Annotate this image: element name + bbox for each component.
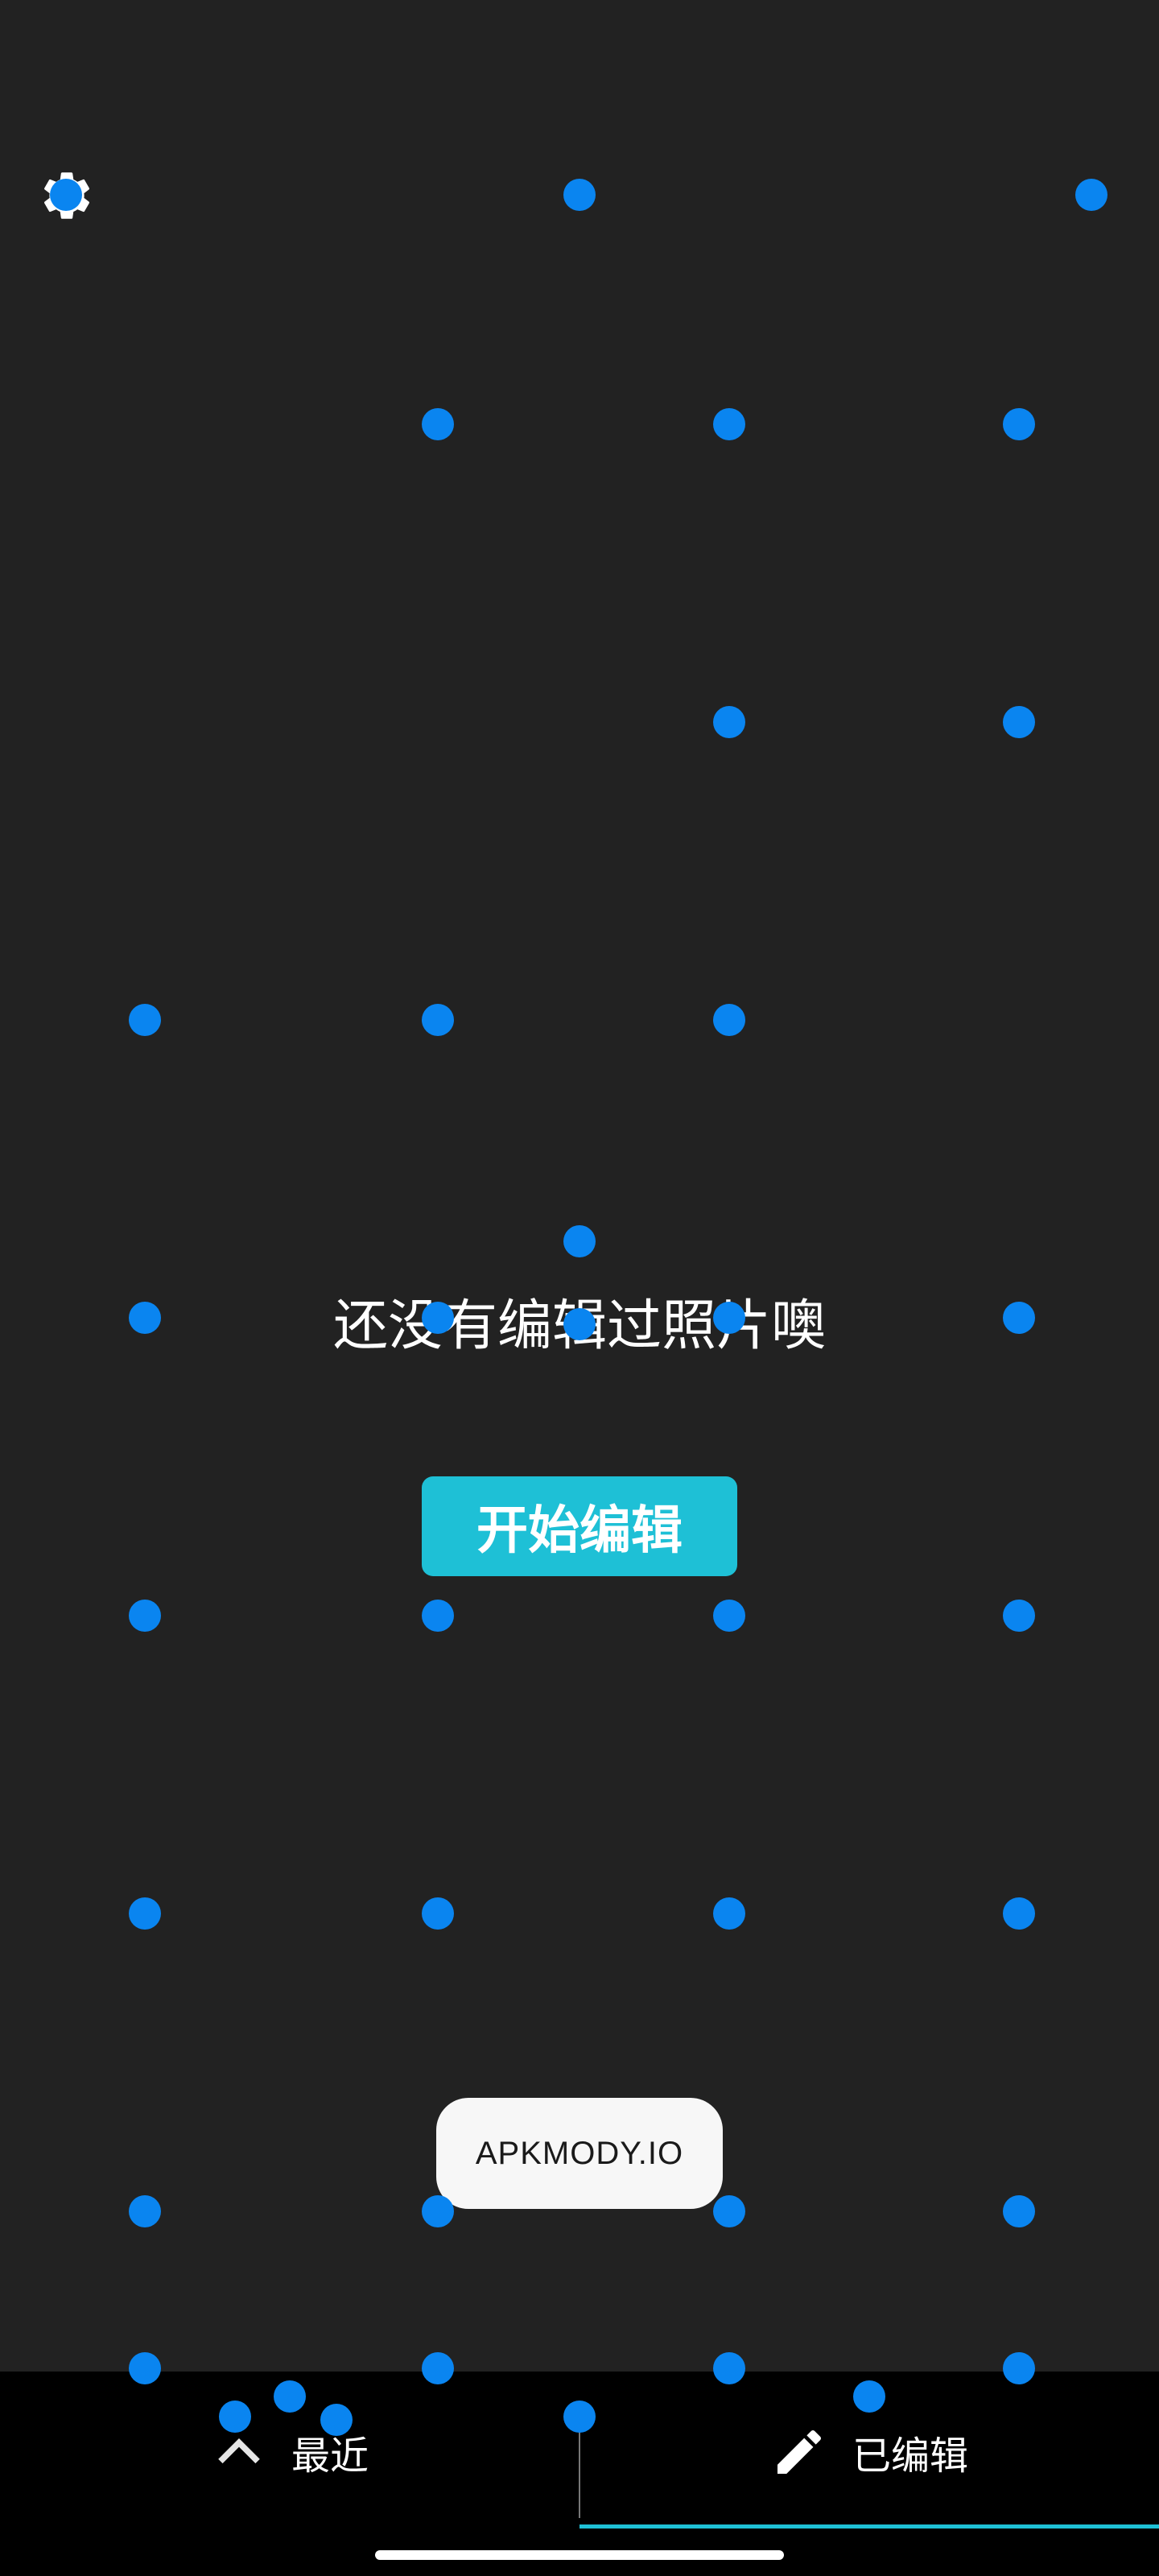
touch-dot [563, 179, 596, 211]
touch-dot [1003, 408, 1035, 440]
toast-message: APKMODY.IO [436, 2098, 723, 2209]
touch-dot [129, 1897, 161, 1930]
touch-dot [129, 1600, 161, 1632]
empty-state-message: 还没有编辑过照片噢 [332, 1294, 826, 1358]
tab-edited[interactable]: 已编辑 [580, 2372, 1159, 2533]
touch-dot [713, 408, 745, 440]
touch-dot [1003, 706, 1035, 738]
start-editing-button[interactable]: 开始编辑 [422, 1476, 737, 1576]
touch-dot [422, 408, 454, 440]
pencil-icon [777, 2429, 821, 2474]
touch-dot [422, 1004, 454, 1036]
settings-button[interactable] [32, 161, 101, 230]
touch-dot [129, 1004, 161, 1036]
touch-dot [129, 2195, 161, 2227]
touch-dot [713, 706, 745, 738]
chevron-up-icon [218, 2438, 260, 2464]
touch-dot [563, 1225, 596, 1257]
touch-dot [1003, 1897, 1035, 1930]
gear-icon [43, 172, 90, 219]
touch-dot [1003, 2195, 1035, 2227]
tab-recent-label: 最近 [291, 2434, 369, 2479]
touch-dot [1075, 179, 1107, 211]
tab-recent[interactable]: 最近 [0, 2372, 580, 2533]
touch-dot [422, 1897, 454, 1930]
tab-edited-label: 已编辑 [852, 2434, 968, 2479]
touch-dot [422, 1600, 454, 1632]
active-tab-indicator [580, 2524, 1159, 2529]
bottom-navigation: 最近 已编辑 [0, 2372, 1159, 2576]
home-indicator[interactable] [375, 2550, 784, 2560]
touch-dot [713, 1600, 745, 1632]
touch-dot [713, 1004, 745, 1036]
touch-dot [1003, 1600, 1035, 1632]
touch-dot [713, 2195, 745, 2227]
touch-dot [713, 1897, 745, 1930]
